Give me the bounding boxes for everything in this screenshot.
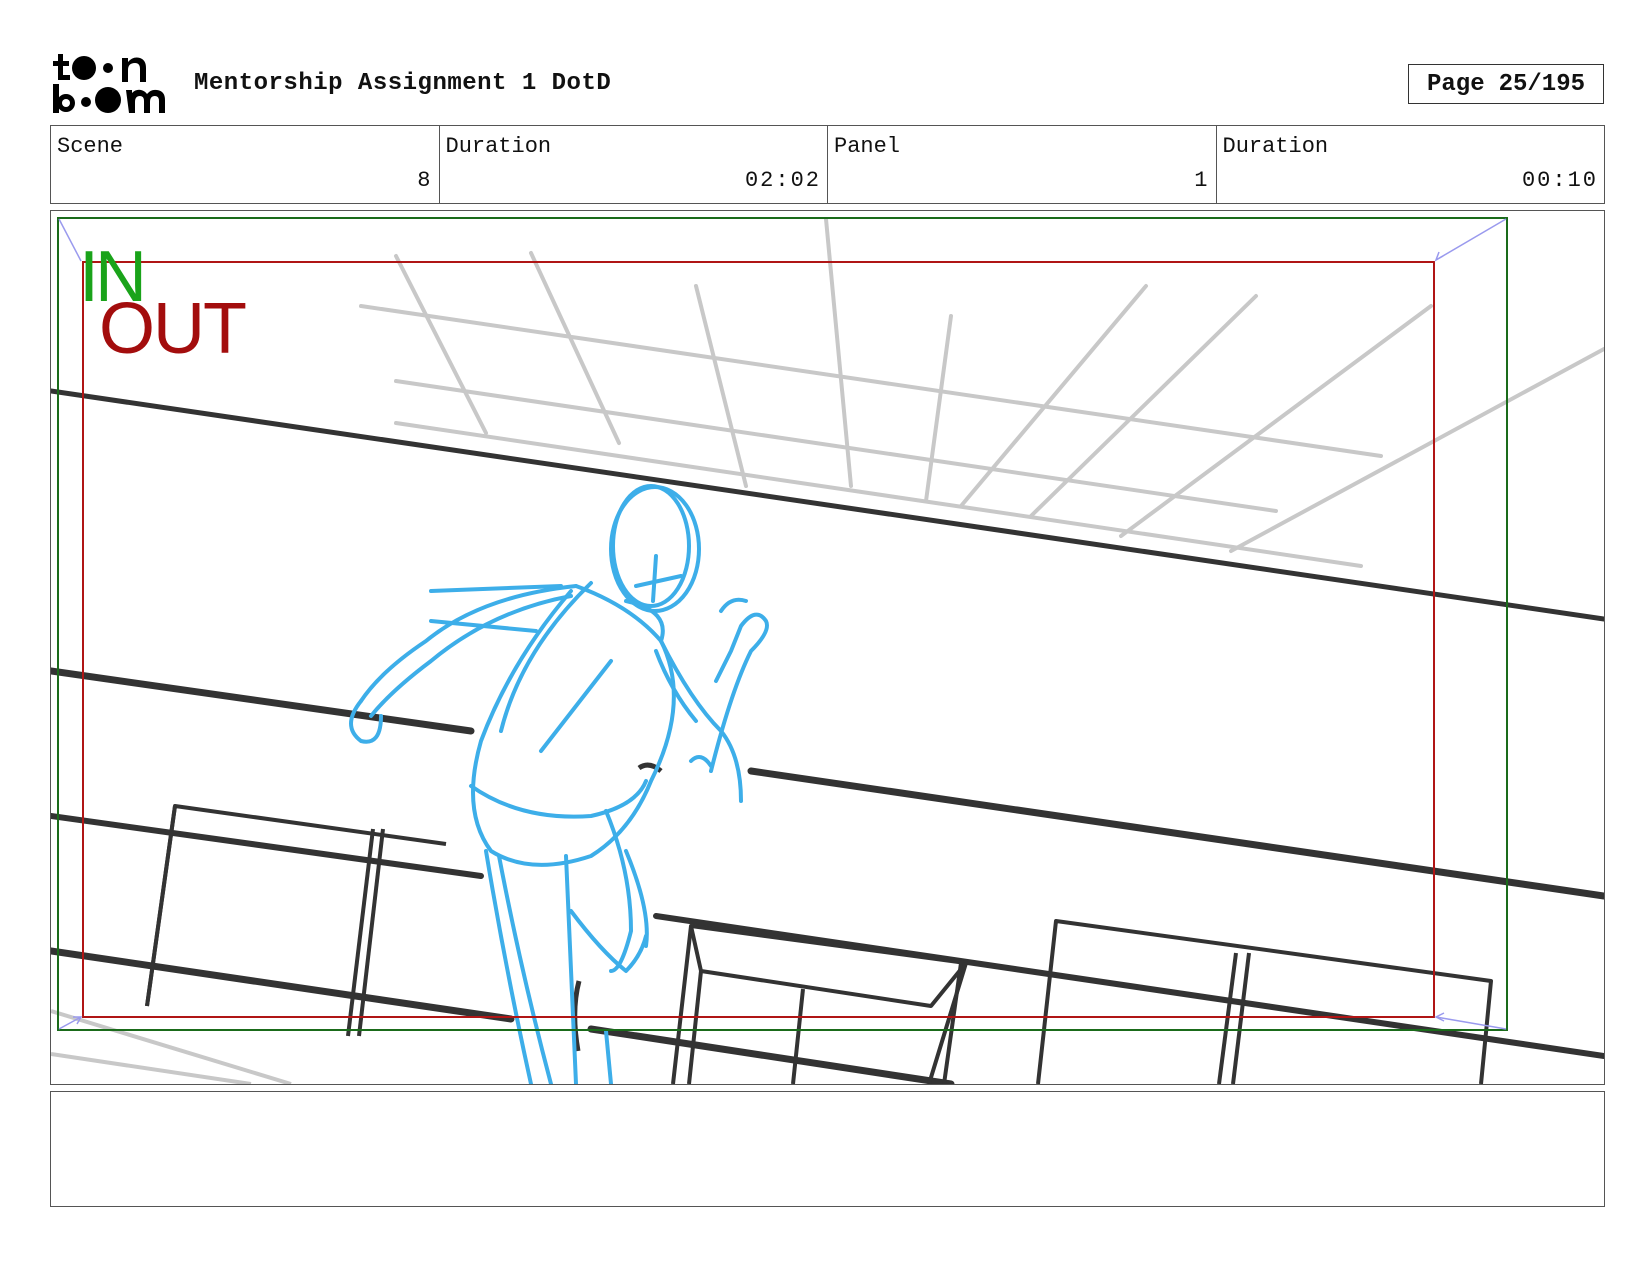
page-value: 25/195 (1498, 70, 1586, 98)
figure-sketch (349, 484, 769, 1084)
scene-duration-value: 02:02 (744, 168, 821, 193)
ceiling-grid (359, 217, 1604, 568)
in-frame (57, 217, 1508, 1031)
corner-arrows (58, 218, 1507, 1030)
out-frame (82, 261, 1435, 1018)
railing-structures (145, 762, 1493, 1084)
scene-value: 8 (417, 168, 433, 193)
floor-streaks (51, 1009, 292, 1084)
scene-info-table: Scene 8 Duration 02:02 Panel 1 Duration … (50, 125, 1605, 204)
out-label: OUT (99, 289, 247, 369)
panel-duration-value: 00:10 (1521, 168, 1598, 193)
panel-value: 1 (1194, 168, 1210, 193)
page-indicator: Page 25/195 (1408, 64, 1604, 104)
panel-cell: Panel 1 (828, 126, 1217, 203)
scene-duration-cell: Duration 02:02 (440, 126, 828, 203)
panel-notes-box[interactable] (50, 1091, 1605, 1207)
panel-duration-cell: Duration 00:10 (1217, 126, 1605, 203)
scene-cell: Scene 8 (51, 126, 440, 203)
page-label: Page (1426, 70, 1485, 98)
scene-duration-label: Duration (445, 134, 552, 159)
scene-label: Scene (57, 134, 124, 159)
storyboard-panel: IN OUT (50, 210, 1605, 1085)
panel-drawing (51, 217, 1604, 1084)
panel-duration-label: Duration (1222, 134, 1329, 159)
panel-label: Panel (834, 134, 901, 159)
wall-lines (51, 388, 1604, 1084)
document-title: Mentorship Assignment 1 DotD (194, 70, 612, 97)
toon-boom-logo (53, 54, 165, 113)
